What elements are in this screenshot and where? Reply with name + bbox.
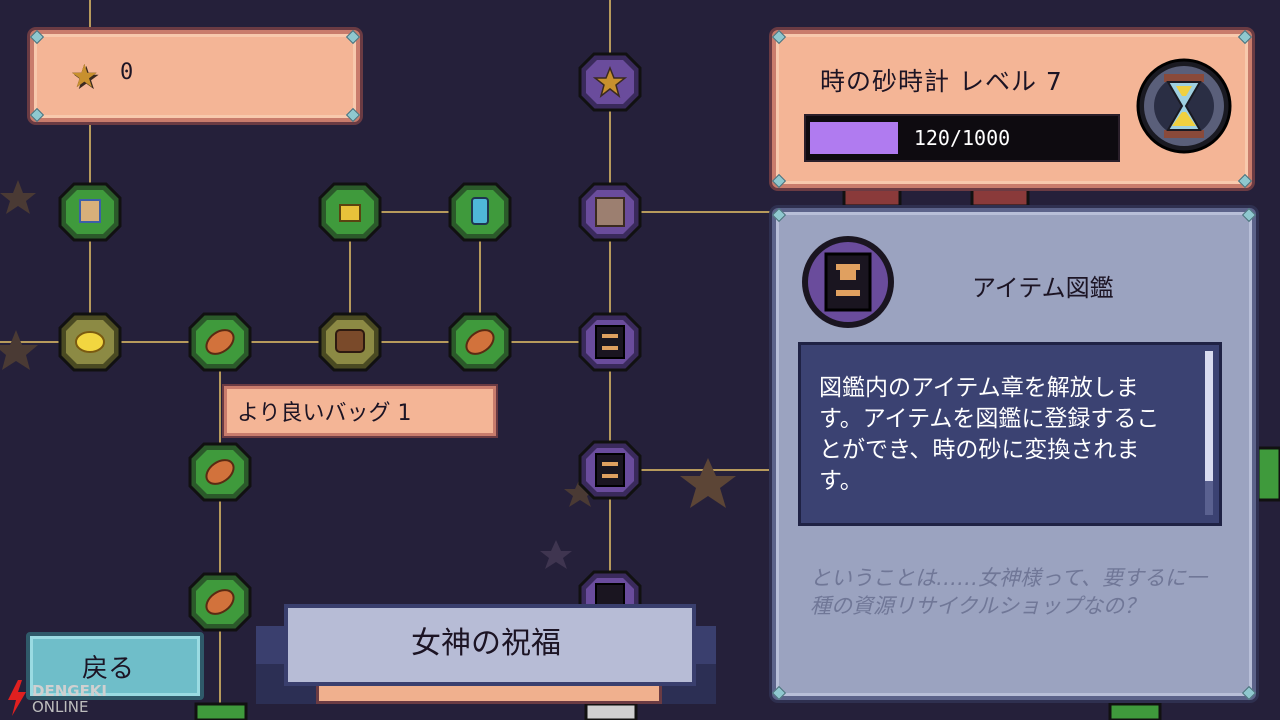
tree-node-encyclopedia[interactable] <box>578 312 642 372</box>
tree-node-partial <box>1108 702 1162 720</box>
tree-node-bread[interactable] <box>188 312 252 372</box>
coin-icon <box>75 331 105 353</box>
rivet <box>771 207 787 223</box>
rivet <box>1241 685 1257 701</box>
tree-node-bread[interactable] <box>188 442 252 502</box>
rivet <box>771 685 787 701</box>
tree-node-star[interactable] <box>578 52 642 112</box>
tree-node-bread[interactable] <box>448 312 512 372</box>
bg-star-icon <box>0 180 36 214</box>
progress-bar: 120/1000 <box>804 114 1120 162</box>
tree-node-lock[interactable] <box>318 182 382 242</box>
item-description: 図鑑内のアイテム章を解放します。アイテムを図鑑に登録することができ、時の砂に変換… <box>819 375 1160 494</box>
sand-block-icon <box>595 197 625 227</box>
bg-star-icon <box>540 540 572 569</box>
jar-icon <box>471 197 489 225</box>
tree-node-bag[interactable] <box>318 312 382 372</box>
rivet <box>345 29 361 45</box>
star-count: 0 <box>120 60 134 85</box>
item-encyclopedia-icon <box>802 236 894 328</box>
map-icon <box>79 199 101 223</box>
progress-text: 120/1000 <box>913 126 1011 150</box>
tree-node-sand[interactable] <box>578 182 642 242</box>
tree-node-bread[interactable] <box>188 572 252 632</box>
bag-icon <box>335 329 365 353</box>
banner-title: 女神の祝福 <box>411 626 561 661</box>
bg-star-icon <box>0 330 38 370</box>
tree-node-encyclopedia[interactable] <box>578 440 642 500</box>
tree-node-map[interactable] <box>58 182 122 242</box>
item-info-panel: アイテム図鑑 図鑑内のアイテム章を解放します。アイテムを図鑑に登録することができ… <box>771 207 1257 701</box>
description-box[interactable]: 図鑑内のアイテム章を解放します。アイテムを図鑑に登録することができ、時の砂に変換… <box>798 342 1222 526</box>
flavor-text: ということは……女神様って、要するに一種の資源リサイクルショップなの？ <box>810 566 1207 618</box>
tree-node-partial <box>1256 446 1280 502</box>
hourglass-level-panel: 時の砂時計 レベル 7 120/1000 <box>771 29 1253 189</box>
tree-node-partial <box>194 702 248 720</box>
rivet <box>771 173 787 189</box>
level-title: 時の砂時計 レベル 7 <box>820 67 1063 96</box>
book-icon <box>595 325 625 359</box>
tree-node-partial <box>842 184 902 208</box>
rivet <box>345 107 361 123</box>
star-icon: ★ <box>70 57 99 95</box>
watermark: DENGEKI ONLINE <box>2 680 132 720</box>
stars-counter-panel: ★ 0 <box>29 29 361 123</box>
tree-node-partial <box>970 184 1030 208</box>
bg-star-icon <box>680 458 736 508</box>
node-tooltip: より良いバッグ 1 <box>224 386 496 436</box>
book-icon <box>595 453 625 487</box>
rivet <box>29 107 45 123</box>
rivet <box>771 29 787 45</box>
title-banner: 女神の祝福 <box>256 604 716 720</box>
hourglass-icon <box>1136 58 1232 154</box>
tooltip-label: より良いバッグ 1 <box>237 401 412 426</box>
rivet <box>1237 173 1253 189</box>
watermark-line2: ONLINE <box>32 698 89 716</box>
rivet <box>1241 207 1257 223</box>
rivet <box>1237 29 1253 45</box>
lightning-icon <box>8 680 26 716</box>
item-title: アイテム図鑑 <box>972 274 1114 302</box>
tree-node-jar[interactable] <box>448 182 512 242</box>
lock-icon <box>339 204 361 222</box>
rivet <box>29 29 45 45</box>
tree-node-coin[interactable] <box>58 312 122 372</box>
scrollbar-thumb[interactable] <box>1205 351 1213 481</box>
